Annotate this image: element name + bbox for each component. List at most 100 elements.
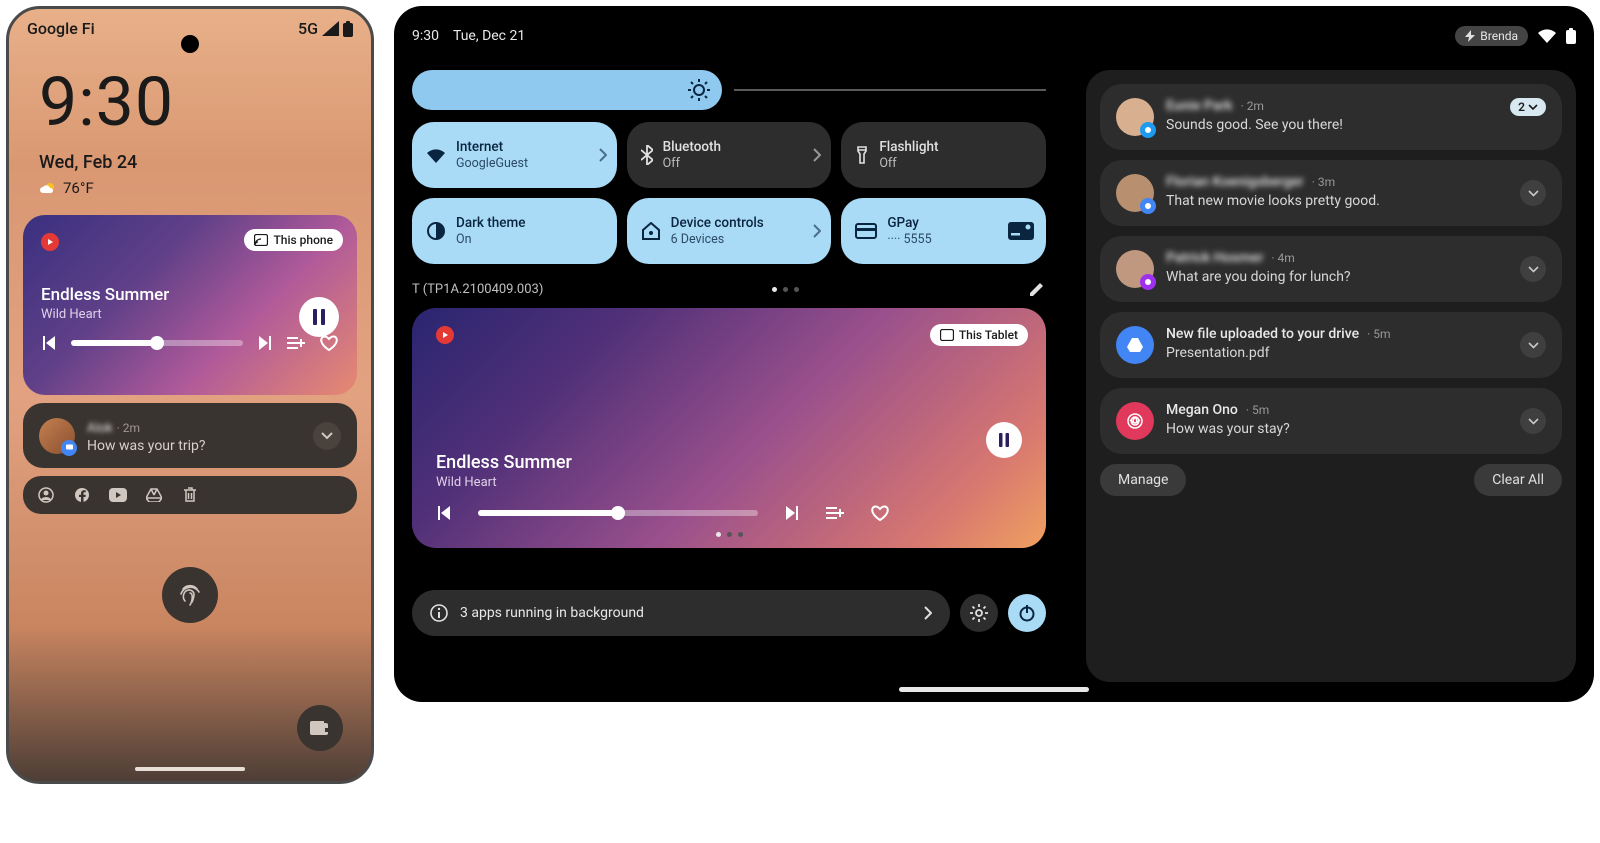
notification-message: How was your stay? [1166,421,1508,437]
background-apps-label: 3 apps running in background [460,605,644,621]
queue-button[interactable] [287,336,305,350]
settings-button[interactable] [960,594,998,632]
expand-button[interactable] [313,422,341,450]
expand-button[interactable] [1520,256,1546,282]
bluetooth-icon [641,145,653,165]
notification-message: Presentation.pdf [1166,345,1508,361]
notification-card[interactable]: Eunie Park · 2mSounds good. See you ther… [1100,84,1562,150]
notification-time: · 3m [1312,175,1335,189]
messages-icon [61,440,77,456]
cast-chip[interactable]: This Tablet [930,324,1028,346]
lockscreen-weather: 76°F [9,173,371,197]
signal-icon [322,21,339,36]
build-label: T (TP1A.2100409.003) [412,282,543,297]
avatar [39,418,75,454]
card-icon [1008,222,1034,240]
notification-time: · 4m [1271,251,1294,265]
next-button[interactable] [257,336,273,350]
notification-time: · 2m [1241,99,1264,113]
home-icon [641,222,661,240]
avatar [1116,250,1154,288]
lockscreen-date: Wed, Feb 24 [9,142,371,173]
tablet-frame: 9:30 Tue, Dec 21 Brenda [394,6,1594,702]
fingerprint-icon [176,581,204,609]
gear-icon [969,603,989,623]
progress-slider[interactable] [478,510,758,516]
notification-card[interactable]: Megan Ono · 5mHow was your stay? [1100,388,1562,454]
favorite-button[interactable] [870,504,890,522]
delete-icon[interactable] [181,486,199,504]
notification-message: That new movie looks pretty good. [1166,193,1508,209]
qs-dark-theme[interactable]: Dark themeOn [412,198,617,264]
cast-chip[interactable]: This phone [244,229,343,251]
notification-card[interactable]: Florian Koenigsberger · 3m That new movie… [1100,160,1562,226]
pause-icon [312,309,326,325]
messages-icon [1140,198,1156,214]
manage-button[interactable]: Manage [1100,464,1186,496]
facebook-icon[interactable] [73,486,91,504]
wifi-icon [1538,29,1556,43]
qs-internet[interactable]: InternetGoogleGuest [412,122,617,188]
expand-button[interactable] [1520,408,1546,434]
notification-name: New file uploaded to your drive [1166,326,1359,342]
airbnb-icon [1116,402,1154,440]
chevron-right-icon [813,148,821,162]
brightness-slider[interactable] [412,70,722,110]
battery-icon [343,21,353,37]
media-card: This phone Endless Summer Wild Heart [23,215,357,395]
dark-theme-icon [426,221,446,241]
wallet-icon [310,719,330,737]
progress-slider[interactable] [71,340,243,346]
wallet-button[interactable] [297,705,343,751]
qs-flashlight[interactable]: FlashlightOff [841,122,1046,188]
qs-bluetooth[interactable]: BluetoothOff [627,122,832,188]
battery-icon [1566,28,1576,44]
power-icon [1018,604,1036,622]
chevron-down-icon [321,432,333,440]
count-badge[interactable]: 2 [1510,98,1546,116]
background-apps-pill[interactable]: 3 apps running in background [412,590,950,636]
messenger-icon [1140,274,1156,290]
drive-icon[interactable] [145,486,163,504]
notification-icon-row [23,476,357,514]
nav-handle[interactable] [899,687,1089,692]
expand-button[interactable] [1520,332,1546,358]
lockscreen-clock: 9:30 [9,38,371,142]
youtube-icon[interactable] [109,486,127,504]
edit-icon[interactable] [1028,280,1046,298]
camera-cutout [181,35,199,53]
notification-name: Patrick Hosmer [1166,250,1263,266]
notification-name: Florian Koenigsberger [1166,174,1304,190]
weather-icon [39,179,57,197]
notification-card[interactable]: Alok · 2m How was your trip? [23,403,357,468]
media-artist: Wild Heart [436,475,1022,490]
media-artist: Wild Heart [41,307,339,322]
qs-device-controls[interactable]: Device controls6 Devices [627,198,832,264]
tablet-date: Tue, Dec 21 [453,28,525,44]
notification-card[interactable]: Patrick Hosmer · 4mWhat are you doing fo… [1100,236,1562,302]
cast-label: This phone [273,233,333,247]
play-pause-button[interactable] [299,297,339,337]
next-button[interactable] [784,506,800,520]
nav-handle[interactable] [135,767,245,771]
power-button[interactable] [1008,594,1046,632]
profile-icon[interactable] [37,486,55,504]
previous-button[interactable] [41,336,57,350]
network-label: 5G [298,19,318,38]
info-icon [430,604,448,622]
clear-all-button[interactable]: Clear All [1474,464,1562,496]
play-pause-button[interactable] [986,422,1022,458]
pause-icon [998,433,1010,447]
previous-button[interactable] [436,506,452,520]
expand-button[interactable] [1520,180,1546,206]
qs-gpay[interactable]: GPay···· 5555 [841,198,1046,264]
queue-button[interactable] [826,506,844,520]
notification-name: Alok [87,421,113,436]
notification-message: How was your trip? [87,438,301,454]
notification-panel: Eunie Park · 2mSounds good. See you ther… [1086,70,1576,682]
fingerprint-button[interactable] [162,567,218,623]
dnd-chip[interactable]: Brenda [1455,26,1528,46]
notification-card[interactable]: New file uploaded to your drive · 5mPres… [1100,312,1562,378]
drive-icon [1116,326,1154,364]
cast-icon [940,329,954,341]
